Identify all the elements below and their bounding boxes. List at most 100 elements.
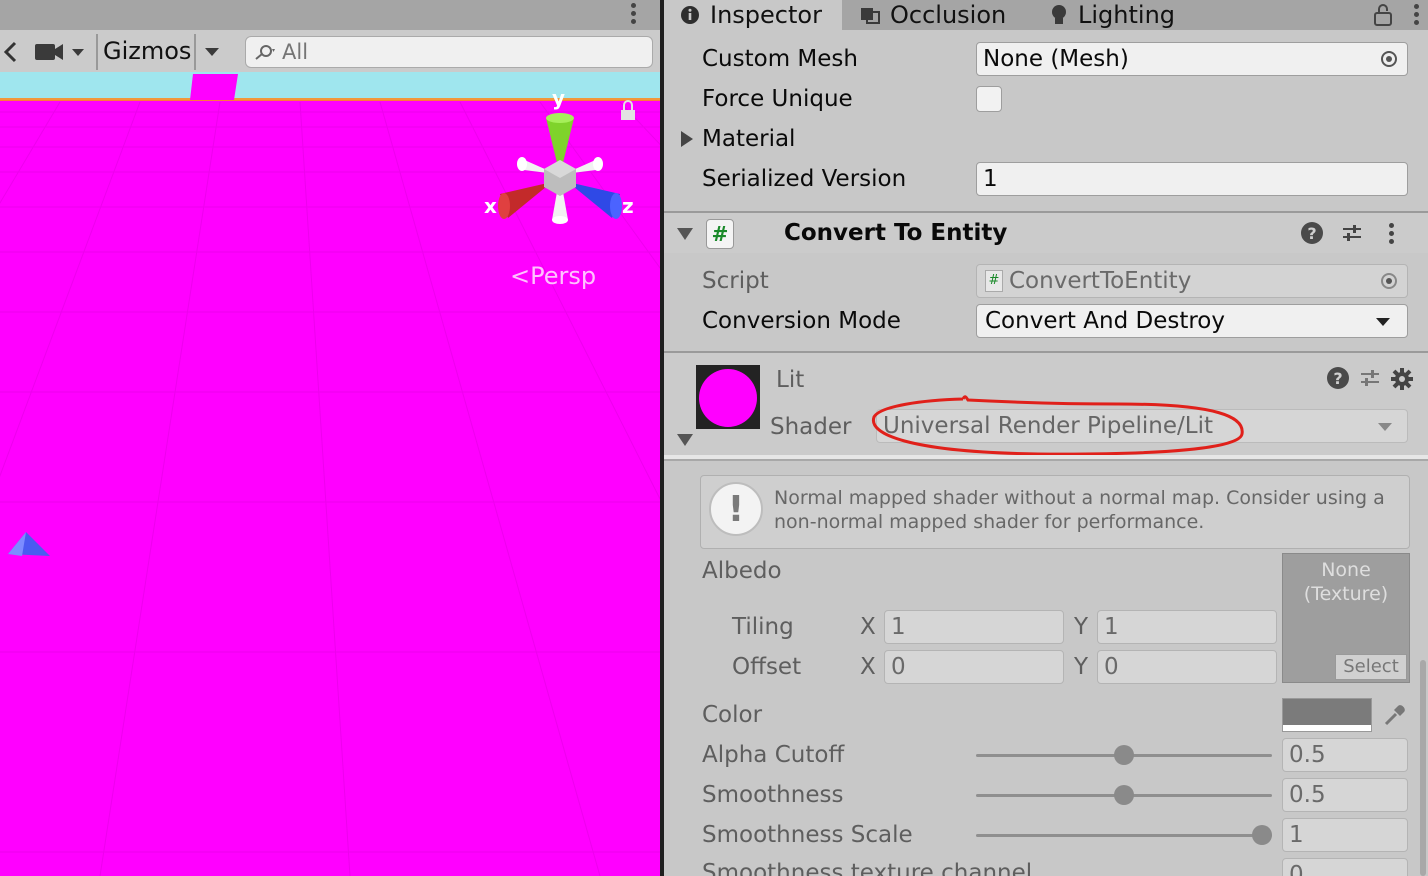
tiling-label: Tiling (732, 614, 794, 640)
script-file-icon: # (985, 270, 1003, 292)
conversion-mode-value: Convert And Destroy (985, 308, 1225, 334)
script-value: ConvertToEntity (1009, 268, 1192, 294)
albedo-texture-slot[interactable]: None (Texture) Select (1282, 553, 1410, 683)
tools-collapse-icon[interactable] (0, 38, 20, 66)
scene-viewport[interactable]: y x z <Persp (0, 72, 660, 876)
eyedropper-icon[interactable] (1382, 702, 1408, 728)
force-unique-label: Force Unique (702, 86, 853, 112)
material-foldout-down-icon[interactable] (676, 433, 694, 447)
texture-select-button[interactable]: Select (1335, 654, 1407, 680)
smoothness-field[interactable]: 0.5 (1282, 778, 1408, 812)
convert-to-entity-header[interactable]: # Convert To Entity ? (664, 213, 1428, 253)
scene-panel: Gizmos All y x z <Persp (0, 0, 660, 876)
offset-x-field[interactable]: 0 (884, 650, 1064, 684)
chevron-down-icon (1376, 318, 1390, 326)
persp-label: Persp (530, 262, 597, 290)
inspector-panel: Inspector Occlusion Lighting Custom Mesh… (664, 0, 1428, 876)
lightbulb-icon (1052, 5, 1066, 24)
texture-none-line1: None (1321, 559, 1371, 581)
material-foldout-label[interactable]: Material (702, 126, 795, 152)
material-preset-icon[interactable] (1359, 367, 1381, 389)
smoothness-scale-slider-track[interactable] (976, 834, 1272, 837)
warning-helpbox: ! Normal mapped shader without a normal … (700, 475, 1410, 549)
camera-icon (35, 44, 84, 60)
occlusion-icon (861, 8, 880, 24)
warning-icon: ! (709, 482, 763, 536)
texture-none-line2: (Texture) (1303, 583, 1389, 605)
alpha-cutoff-value: 0.5 (1289, 742, 1326, 768)
alpha-cutoff-label: Alpha Cutoff (702, 742, 845, 768)
material-preview-sphere (699, 369, 757, 427)
component-foldout-icon[interactable] (676, 227, 694, 241)
help-icon[interactable]: ? (1301, 222, 1323, 244)
tab-lighting-label: Lighting (1078, 1, 1176, 29)
gear-icon[interactable] (1390, 367, 1414, 391)
conversion-mode-dropdown[interactable]: Convert And Destroy (976, 304, 1408, 338)
smoothness-slider-knob[interactable] (1114, 785, 1134, 805)
offset-y-field[interactable]: 0 (1097, 650, 1277, 684)
smoothness-channel-dropdown[interactable]: 0 (1282, 858, 1408, 876)
orientation-gizmo[interactable] (480, 90, 640, 250)
tiling-x-value: 1 (891, 614, 906, 640)
script-component-icon: # (706, 219, 734, 249)
axis-x-label: x (484, 194, 497, 218)
color-swatch[interactable] (1282, 698, 1372, 732)
force-unique-checkbox[interactable] (976, 86, 1002, 112)
persp-toggle[interactable]: <Persp (510, 262, 596, 290)
scene-search-input[interactable] (282, 40, 642, 64)
smoothness-scale-slider-knob[interactable] (1252, 825, 1272, 845)
offset-x-label: X (860, 654, 876, 680)
inspector-tab-bar: Inspector Occlusion Lighting (664, 0, 1428, 30)
gizmos-dropdown-icon[interactable] (197, 38, 227, 66)
material-foldout-icon[interactable] (680, 130, 694, 148)
scene-more-icon[interactable] (631, 3, 637, 27)
inspector-scrollbar[interactable] (1420, 660, 1426, 876)
persp-arrow-icon: < (510, 262, 531, 290)
scene-search-box[interactable] (245, 36, 653, 68)
smoothness-label: Smoothness (702, 782, 844, 808)
custom-mesh-label: Custom Mesh (702, 46, 858, 72)
offset-x-value: 0 (891, 654, 906, 680)
albedo-label: Albedo (702, 558, 782, 584)
tab-occlusion-label: Occlusion (890, 1, 1007, 29)
conversion-mode-label: Conversion Mode (702, 308, 901, 334)
smoothness-scale-value: 1 (1289, 822, 1304, 848)
object-picker-icon[interactable] (1381, 51, 1397, 67)
custom-mesh-value: None (Mesh) (983, 46, 1129, 72)
lock-icon[interactable] (1372, 3, 1394, 27)
offset-y-value: 0 (1104, 654, 1119, 680)
tab-occlusion[interactable]: Occlusion (860, 0, 1040, 30)
shader-label: Shader (770, 414, 852, 440)
tiling-x-field[interactable]: 1 (884, 610, 1064, 644)
smoothness-value: 0.5 (1289, 782, 1326, 808)
inspector-more-icon[interactable] (1414, 4, 1420, 28)
shader-chevron-icon (1378, 423, 1392, 431)
smoothness-scale-field[interactable]: 1 (1282, 818, 1408, 852)
tiling-x-label: X (860, 614, 876, 640)
material-help-icon[interactable]: ? (1327, 367, 1349, 389)
smoothness-channel-value: 0 (1289, 862, 1304, 876)
convert-to-entity-title: Convert To Entity (784, 220, 1008, 246)
material-name: Lit (776, 367, 805, 393)
alpha-cutoff-field[interactable]: 0.5 (1282, 738, 1408, 772)
gizmos-button[interactable]: Gizmos (103, 37, 191, 65)
scene-toolbar: Gizmos (0, 0, 660, 73)
alpha-cutoff-slider-knob[interactable] (1114, 745, 1134, 765)
material-preview (696, 365, 760, 429)
camera-dropdown-button[interactable] (30, 38, 92, 66)
color-label: Color (702, 702, 763, 728)
custom-mesh-field[interactable]: None (Mesh) (976, 42, 1408, 76)
tab-lighting[interactable]: Lighting (1050, 0, 1200, 30)
tab-inspector-label: Inspector (710, 1, 822, 29)
serialized-version-field[interactable]: 1 (976, 162, 1408, 196)
component-menu-icon[interactable] (1389, 223, 1395, 247)
serialized-version-value: 1 (983, 166, 998, 192)
offset-label: Offset (732, 654, 802, 680)
smoothness-channel-label: Smoothness texture channel (702, 860, 1033, 876)
search-icon (255, 45, 275, 60)
tiling-y-field[interactable]: 1 (1097, 610, 1277, 644)
axis-y-label: y (552, 86, 566, 110)
tab-inspector[interactable]: Inspector (664, 0, 842, 30)
preset-sliders-icon[interactable] (1341, 222, 1363, 244)
serialized-version-label: Serialized Version (702, 166, 907, 192)
